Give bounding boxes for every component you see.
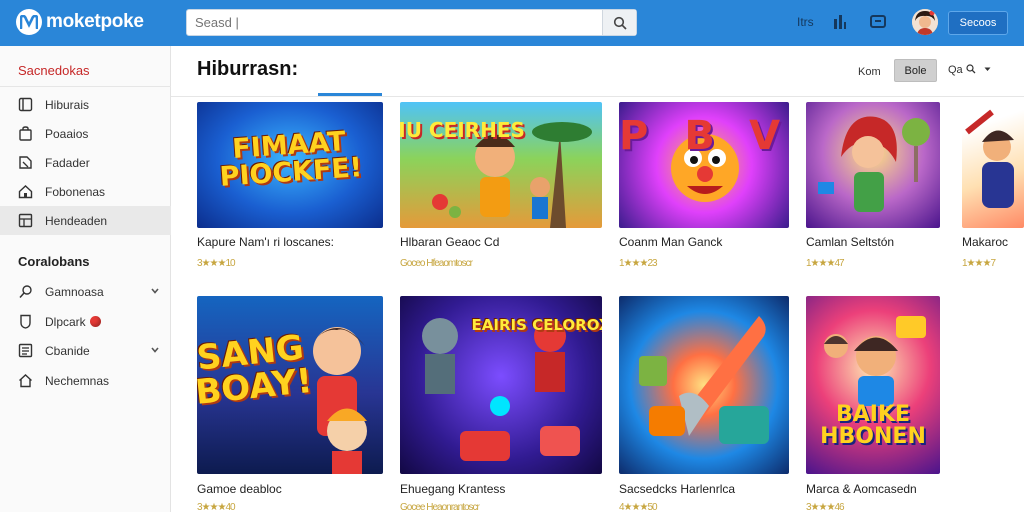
bag-icon — [19, 126, 32, 141]
game-title[interactable]: Hlbaran Geaoc Cd — [400, 235, 499, 249]
search-input[interactable] — [187, 10, 602, 35]
nav-link-items[interactable]: Itrs — [797, 15, 814, 29]
game-card[interactable]: Makaroc 1★★★7 — [962, 102, 1024, 272]
game-rating: 4★★★50 — [619, 502, 658, 512]
filter-button[interactable]: Bole — [894, 59, 937, 82]
search-button[interactable] — [602, 10, 636, 35]
top-bar: moketpoke Itrs Secoos — [0, 0, 1024, 46]
thumbnail-text: SHIU CEIRHES — [400, 118, 525, 142]
game-title[interactable]: Ehuegang Krantess — [400, 482, 505, 496]
sidebar-item-tags[interactable]: Fadader — [0, 148, 171, 177]
tag-icon — [19, 156, 32, 169]
thumbnail-text: EAIRIS CELOROX — [471, 316, 602, 334]
game-thumbnail[interactable]: BAIKE HBONEN — [806, 296, 940, 474]
thumbnail-text: FIMAAT PIOCKFE! — [218, 126, 364, 193]
game-thumbnail[interactable] — [962, 102, 1024, 228]
logo-text: moketpoke — [46, 11, 144, 32]
stats-icon[interactable] — [832, 13, 848, 36]
game-rating: 1★★★23 — [619, 258, 658, 269]
game-title[interactable]: Camlan Seltstón — [806, 235, 894, 249]
search-bar[interactable] — [186, 9, 637, 36]
game-title[interactable]: Gamoe deabloc — [197, 482, 282, 496]
game-card[interactable]: FIMAAT PIOCKFE! Kapure Nam'ı ri loscanes… — [197, 102, 383, 272]
game-card[interactable]: SHIU CEIRHES Hlbaran Geaoc Cd Goceo Hfea… — [400, 102, 602, 272]
game-card[interactable]: SANG BOAY! Gamoe deabloc 3★★★40 — [197, 296, 383, 512]
sidebar-item-purchases[interactable]: Poaaios — [0, 119, 171, 148]
sidebar-item-label: Hendeaden — [45, 214, 108, 228]
thumbnail-text: BAIKE HBONEN — [820, 402, 926, 449]
search-icon — [966, 64, 976, 74]
game-card[interactable]: BAIKE HBONEN Marca & Aomcasedn 3★★★46 — [806, 296, 940, 512]
sidebar-item-gamnoasa[interactable]: Gamnoasa — [0, 277, 171, 306]
game-thumbnail[interactable] — [619, 296, 789, 474]
game-rating: 3★★★40 — [197, 502, 236, 512]
game-thumbnail[interactable]: EAIRIS CELOROX — [400, 296, 602, 474]
game-rating: 1★★★47 — [806, 258, 845, 269]
game-title[interactable]: Sacsedcks Harlenrlca — [619, 482, 735, 496]
chevron-down-icon[interactable] — [150, 346, 160, 354]
sidebar-item-library[interactable]: Hiburais — [0, 90, 171, 119]
game-title[interactable]: Makaroc — [962, 235, 1008, 249]
sidebar-section-title[interactable]: Coralobans — [18, 254, 90, 269]
avatar[interactable] — [912, 9, 938, 35]
library-icon — [18, 97, 33, 112]
list-icon — [18, 343, 33, 358]
game-thumbnail[interactable] — [806, 102, 940, 228]
game-rating: 1★★★7 — [962, 258, 996, 269]
options-dropdown[interactable]: Qa — [948, 64, 992, 76]
sidebar-item-label: Nechemnas — [45, 374, 110, 388]
game-thumbnail[interactable]: PBV — [619, 102, 789, 228]
sidebar-section-title[interactable]: Sacnedokas — [18, 63, 90, 78]
message-icon[interactable] — [869, 13, 887, 36]
game-card[interactable]: EAIRIS CELOROX Ehuegang Krantess Gocee H… — [400, 296, 602, 512]
sidebar: Sacnedokas Hiburais Poaaios Fadader Fobo… — [0, 46, 171, 512]
sidebar-item-home[interactable]: Fobonenas — [0, 177, 171, 206]
game-title[interactable]: Marca & Aomcasedn — [806, 482, 917, 496]
game-card[interactable]: PBV Coanm Man Ganck 1★★★23 — [619, 102, 789, 272]
sidebar-item-label: Cbanide — [45, 344, 90, 358]
home-icon — [18, 185, 33, 199]
game-title[interactable]: Coanm Man Ganck — [619, 235, 722, 249]
sidebar-item-label: Fobonenas — [45, 185, 106, 199]
game-thumbnail[interactable]: FIMAAT PIOCKFE! — [197, 102, 383, 228]
sidebar-item-label: Gamnoasa — [45, 285, 104, 299]
game-thumbnail[interactable]: SANG BOAY! — [197, 296, 383, 474]
sidebar-item-hendeaden[interactable]: Hendeaden — [0, 206, 171, 235]
sidebar-item-label: Hiburais — [45, 98, 90, 112]
game-rating: Goceo Hfeaomtoscr — [400, 258, 473, 269]
sidebar-item-label: Fadader — [45, 156, 90, 170]
thumbnail-text: PBV — [619, 113, 780, 159]
game-rating: 3★★★46 — [806, 502, 845, 512]
sidebar-item-nechemnas[interactable]: Nechemnas — [0, 366, 171, 395]
game-title[interactable]: Kapure Nam'ı ri loscanes: — [197, 235, 334, 249]
notification-dot — [89, 316, 101, 327]
sidebar-item-label: Dlpcark — [45, 315, 101, 329]
logo[interactable]: moketpoke — [16, 9, 144, 35]
sidebar-item-label: Poaaios — [45, 127, 89, 141]
house-icon — [19, 374, 32, 388]
game-thumbnail[interactable]: SHIU CEIRHES — [400, 102, 602, 228]
chevron-down-icon[interactable] — [150, 287, 160, 295]
pin-icon — [19, 285, 32, 298]
shield-icon — [20, 314, 31, 329]
game-card[interactable]: Camlan Seltstón 1★★★47 — [806, 102, 940, 272]
sidebar-divider — [0, 86, 171, 87]
page-title: Hiburrasn: — [197, 58, 299, 80]
chevron-down-icon — [984, 67, 991, 71]
m-logo-icon — [16, 9, 42, 35]
sort-label[interactable]: Kom — [858, 66, 881, 78]
sidebar-item-dlpcark[interactable]: Dlpcark — [0, 307, 171, 336]
header-divider — [171, 96, 1024, 97]
sidebar-item-cbanide[interactable]: Cbanide — [0, 336, 171, 365]
header-action-button[interactable]: Secoos — [948, 11, 1008, 35]
grid-icon — [18, 213, 33, 228]
game-rating: 3★★★10 — [197, 258, 236, 269]
game-rating: Gocee Heaonrantoscr — [400, 502, 480, 512]
game-card[interactable]: Sacsedcks Harlenrlca 4★★★50 — [619, 296, 789, 512]
search-icon — [613, 16, 627, 30]
